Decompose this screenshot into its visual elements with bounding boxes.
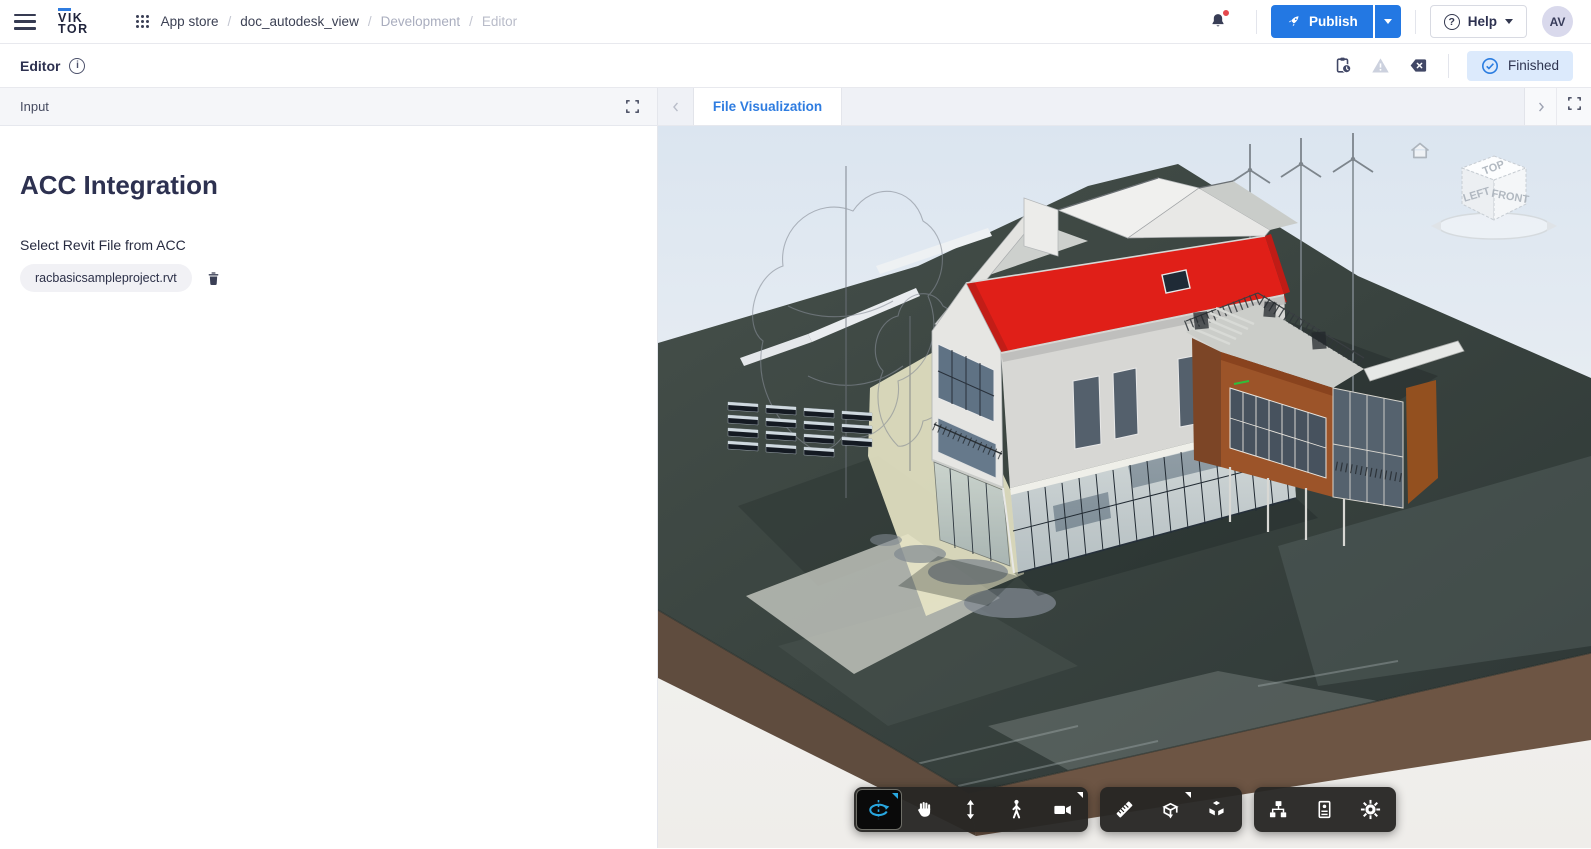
editor-title: Editor [20, 58, 60, 74]
status-badge: Finished [1467, 51, 1573, 81]
breadcrumb: App store / doc_autodesk_view / Developm… [135, 14, 518, 29]
first-person-tool-button[interactable] [994, 789, 1040, 830]
breadcrumb-separator: / [368, 14, 372, 29]
settings-gear-icon [1358, 797, 1383, 822]
question-icon: ? [1444, 14, 1460, 30]
publish-button[interactable]: Publish [1271, 5, 1373, 38]
file-field-label: Select Revit File from ACC [20, 237, 633, 253]
breadcrumb-app-store[interactable]: App store [161, 14, 219, 29]
zoom-tool-button[interactable] [948, 789, 994, 830]
publish-split-button: Publish [1271, 5, 1401, 38]
camera-icon [1050, 797, 1075, 822]
viktor-logo[interactable]: VIK TOR [58, 8, 89, 35]
input-panel: ACC Integration Select Revit File from A… [0, 126, 658, 848]
explode-tool-button[interactable] [1194, 789, 1240, 830]
divider [1448, 54, 1449, 78]
publish-dropdown-button[interactable] [1375, 5, 1401, 38]
input-panel-header: Input [0, 88, 658, 125]
info-icon[interactable]: i [69, 58, 85, 74]
status-label: Finished [1508, 58, 1559, 73]
expand-viewer-panel-icon[interactable] [1557, 88, 1591, 118]
breadcrumb-editor: Editor [482, 14, 517, 29]
navigation-tools-group [854, 787, 1088, 832]
zoom-icon [958, 797, 983, 822]
app-grid-icon[interactable] [135, 14, 150, 29]
tab-file-visualization[interactable]: File Visualization [694, 88, 842, 125]
model-tools-group [1254, 787, 1396, 832]
avatar[interactable]: AV [1542, 6, 1573, 37]
editor-bar: Editor i Fi [0, 44, 1591, 88]
chevron-right-icon[interactable] [1525, 88, 1557, 125]
viewcube[interactable]: TOP LEFT FRONT [1419, 138, 1569, 255]
skylight [1162, 270, 1190, 293]
hamburger-menu-icon[interactable] [14, 14, 36, 30]
breadcrumb-separator: / [469, 14, 473, 29]
top-navbar: VIK TOR App store / doc_autodesk_view / … [0, 0, 1591, 44]
navbar-right: Publish ? Help AV [1208, 5, 1573, 38]
viewer-canvas[interactable]: TOP LEFT FRONT [658, 126, 1591, 848]
clear-icon[interactable] [1407, 55, 1430, 76]
job-history-icon[interactable] [1333, 55, 1354, 76]
breadcrumb-environment: Development [381, 14, 461, 29]
settings-button[interactable] [1348, 789, 1394, 830]
help-label: Help [1468, 14, 1497, 29]
properties-button[interactable] [1302, 789, 1348, 830]
properties-icon [1312, 797, 1337, 822]
page-title: ACC Integration [20, 170, 633, 201]
chevron-left-icon[interactable] [658, 88, 694, 125]
measure-tools-group [1100, 787, 1242, 832]
viktor-logo-line2: TOR [58, 24, 89, 35]
section-tool-button[interactable] [1148, 789, 1194, 830]
pan-tool-button[interactable] [902, 789, 948, 830]
flyout-indicator [892, 793, 898, 799]
input-panel-title: Input [20, 99, 49, 114]
measure-tool-button[interactable] [1102, 789, 1148, 830]
notifications-bell-icon[interactable] [1208, 11, 1228, 32]
expand-input-panel-icon[interactable] [615, 92, 649, 122]
notification-dot [1222, 9, 1230, 17]
pan-icon [912, 797, 937, 822]
help-button[interactable]: ? Help [1430, 5, 1527, 38]
divider [1256, 10, 1257, 34]
breadcrumb-project[interactable]: doc_autodesk_view [240, 14, 359, 29]
publish-label: Publish [1309, 14, 1358, 29]
flyout-indicator [1077, 792, 1083, 798]
first-person-icon [1004, 797, 1029, 822]
flyout-indicator [1185, 792, 1191, 798]
camera-tool-button[interactable] [1040, 789, 1086, 830]
chevron-down-icon [1505, 19, 1513, 24]
orbit-tool-button[interactable] [856, 789, 902, 830]
breadcrumb-separator: / [227, 14, 231, 29]
output-panel-header: File Visualization [658, 88, 1591, 125]
model-browser-button[interactable] [1256, 789, 1302, 830]
delete-file-icon[interactable] [205, 269, 222, 288]
section-icon [1158, 797, 1183, 822]
viewer-toolbar [854, 787, 1396, 832]
divider [1415, 10, 1416, 34]
model-browser-icon [1266, 797, 1291, 822]
measure-icon [1112, 797, 1137, 822]
panel-headers: Input File Visualization [0, 88, 1591, 126]
rocket-icon [1286, 14, 1301, 29]
explode-icon [1204, 797, 1229, 822]
orbit-icon [865, 796, 892, 823]
selected-file-chip[interactable]: racbasicsampleproject.rvt [20, 264, 192, 292]
warnings-icon[interactable] [1370, 55, 1391, 76]
check-circle-icon [1481, 57, 1499, 75]
